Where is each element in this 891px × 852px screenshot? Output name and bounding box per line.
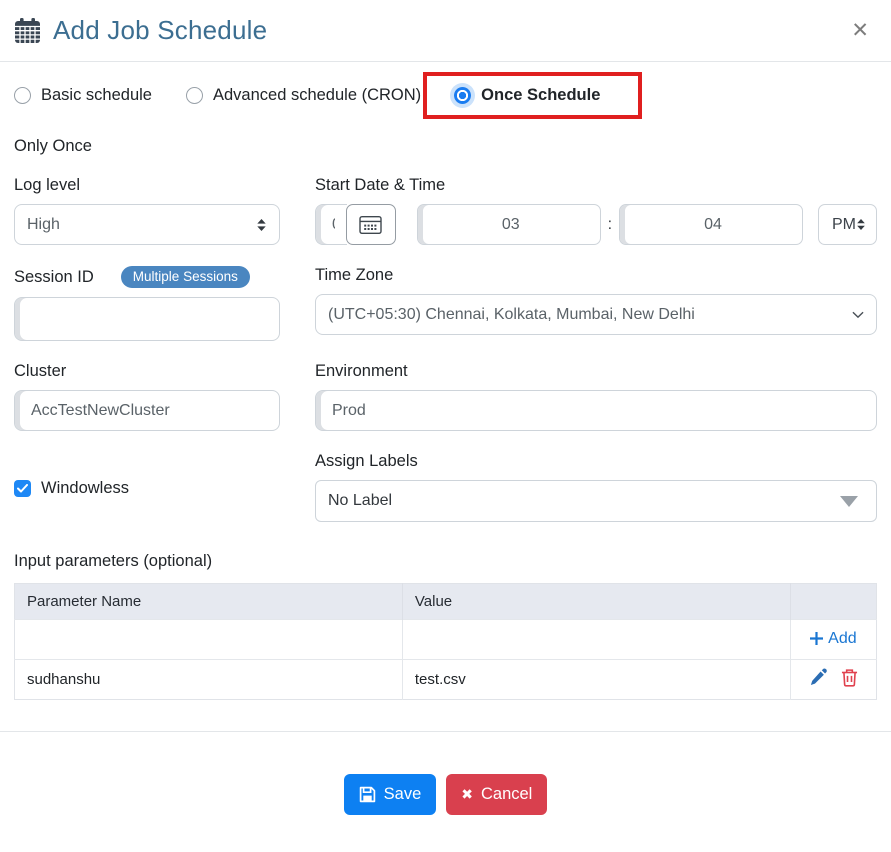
assign-labels-value: No Label	[328, 492, 392, 510]
minute-input[interactable]	[619, 204, 803, 245]
timezone-value: (UTC+05:30) Chennai, Kolkata, Mumbai, Ne…	[328, 306, 695, 324]
parameter-value-cell: test.csv	[402, 660, 790, 700]
radio-label: Once Schedule	[481, 86, 600, 105]
log-level-select[interactable]: High	[14, 204, 280, 245]
cluster-label: Cluster	[14, 362, 280, 381]
field-start-datetime: Start Date & Time	[315, 176, 877, 245]
field-assign-labels: Assign Labels No Label	[315, 452, 877, 522]
red-highlight-annotation: Once Schedule	[423, 72, 642, 119]
radio-checked-icon	[454, 87, 471, 104]
table-header-row: Parameter Name Value	[15, 584, 877, 620]
start-date-input[interactable]	[315, 204, 347, 245]
session-id-input[interactable]	[14, 297, 280, 341]
field-log-level: Log level High	[14, 176, 280, 245]
timezone-label: Time Zone	[315, 266, 877, 285]
new-parameter-name-cell[interactable]	[15, 620, 403, 660]
date-group	[315, 204, 396, 245]
multiple-sessions-badge: Multiple Sessions	[121, 266, 250, 288]
field-windowless: Windowless	[14, 452, 280, 522]
assign-labels-dropdown[interactable]: No Label	[315, 480, 877, 522]
radio-icon	[186, 87, 203, 104]
assign-labels-label: Assign Labels	[315, 452, 877, 471]
cluster-input[interactable]	[14, 390, 280, 431]
environment-input[interactable]	[315, 390, 877, 431]
schedule-type-group: Basic schedule Advanced schedule (CRON) …	[0, 62, 891, 123]
column-parameter-name: Parameter Name	[15, 584, 403, 620]
input-parameters-title: Input parameters (optional)	[14, 552, 877, 571]
sort-caret-icon	[256, 218, 267, 232]
session-id-label: Session ID Multiple Sessions	[14, 266, 280, 288]
timezone-select[interactable]: (UTC+05:30) Chennai, Kolkata, Mumbai, Ne…	[315, 294, 877, 335]
table-row: sudhanshu test.csv	[15, 660, 877, 700]
edit-button[interactable]	[809, 668, 828, 687]
form-grid: Log level High Start Date & Time	[0, 176, 891, 522]
new-parameter-value-cell[interactable]	[402, 620, 790, 660]
close-icon[interactable]: ✕	[845, 18, 875, 43]
pencil-icon	[809, 668, 828, 687]
session-id-label-text: Session ID	[14, 268, 94, 287]
plus-icon	[810, 632, 823, 645]
hour-input[interactable]	[417, 204, 601, 245]
radio-once-schedule[interactable]: Once Schedule	[454, 86, 600, 105]
radio-basic-schedule[interactable]: Basic schedule	[14, 86, 152, 105]
save-button[interactable]: Save	[344, 774, 437, 815]
add-cell: Add	[790, 620, 876, 660]
cancel-label: Cancel	[481, 785, 532, 804]
row-actions-cell	[790, 660, 876, 700]
calendar-small-icon	[359, 214, 382, 235]
start-datetime-label: Start Date & Time	[315, 176, 877, 195]
windowless-checkbox[interactable]: Windowless	[14, 479, 280, 498]
log-level-label: Log level	[14, 176, 280, 195]
dropdown-triangle-icon	[840, 496, 858, 507]
footer: Save ✖ Cancel	[0, 732, 891, 815]
datetime-row: : PM	[315, 204, 877, 245]
column-value: Value	[402, 584, 790, 620]
delete-button[interactable]	[841, 668, 858, 687]
datepicker-button[interactable]	[346, 204, 396, 245]
windowless-label: Windowless	[41, 479, 129, 498]
page-title: Add Job Schedule	[53, 15, 267, 46]
field-environment: Environment	[315, 362, 877, 431]
radio-label: Advanced schedule (CRON)	[213, 86, 421, 105]
cancel-button[interactable]: ✖ Cancel	[446, 774, 547, 815]
new-parameter-row: Add	[15, 620, 877, 660]
time-separator: :	[608, 216, 612, 234]
field-cluster: Cluster	[14, 362, 280, 431]
meridiem-value: PM	[832, 216, 856, 234]
calendar-icon	[14, 17, 41, 44]
x-icon: ✖	[461, 786, 473, 803]
section-label-only-once: Only Once	[0, 137, 891, 156]
meridiem-select[interactable]: PM	[818, 204, 877, 245]
parameter-name-cell: sudhanshu	[15, 660, 403, 700]
chevron-down-icon	[852, 311, 864, 319]
checkbox-checked-icon	[14, 480, 31, 497]
column-actions	[790, 584, 876, 620]
field-session-id: Session ID Multiple Sessions	[14, 266, 280, 341]
save-label: Save	[384, 785, 422, 804]
environment-label: Environment	[315, 362, 877, 381]
dialog-header: Add Job Schedule ✕	[0, 0, 891, 62]
parameters-table: Parameter Name Value Add s	[14, 583, 877, 700]
input-parameters-section: Input parameters (optional) Parameter Na…	[0, 552, 891, 700]
radio-advanced-schedule[interactable]: Advanced schedule (CRON)	[186, 86, 421, 105]
save-disk-icon	[359, 786, 376, 803]
sort-caret-icon	[856, 218, 866, 231]
radio-label: Basic schedule	[41, 86, 152, 105]
add-label: Add	[828, 630, 856, 648]
trash-icon	[841, 668, 858, 687]
log-level-value: High	[27, 216, 60, 234]
field-timezone: Time Zone (UTC+05:30) Chennai, Kolkata, …	[315, 266, 877, 341]
add-parameter-button[interactable]: Add	[810, 630, 856, 648]
radio-icon	[14, 87, 31, 104]
